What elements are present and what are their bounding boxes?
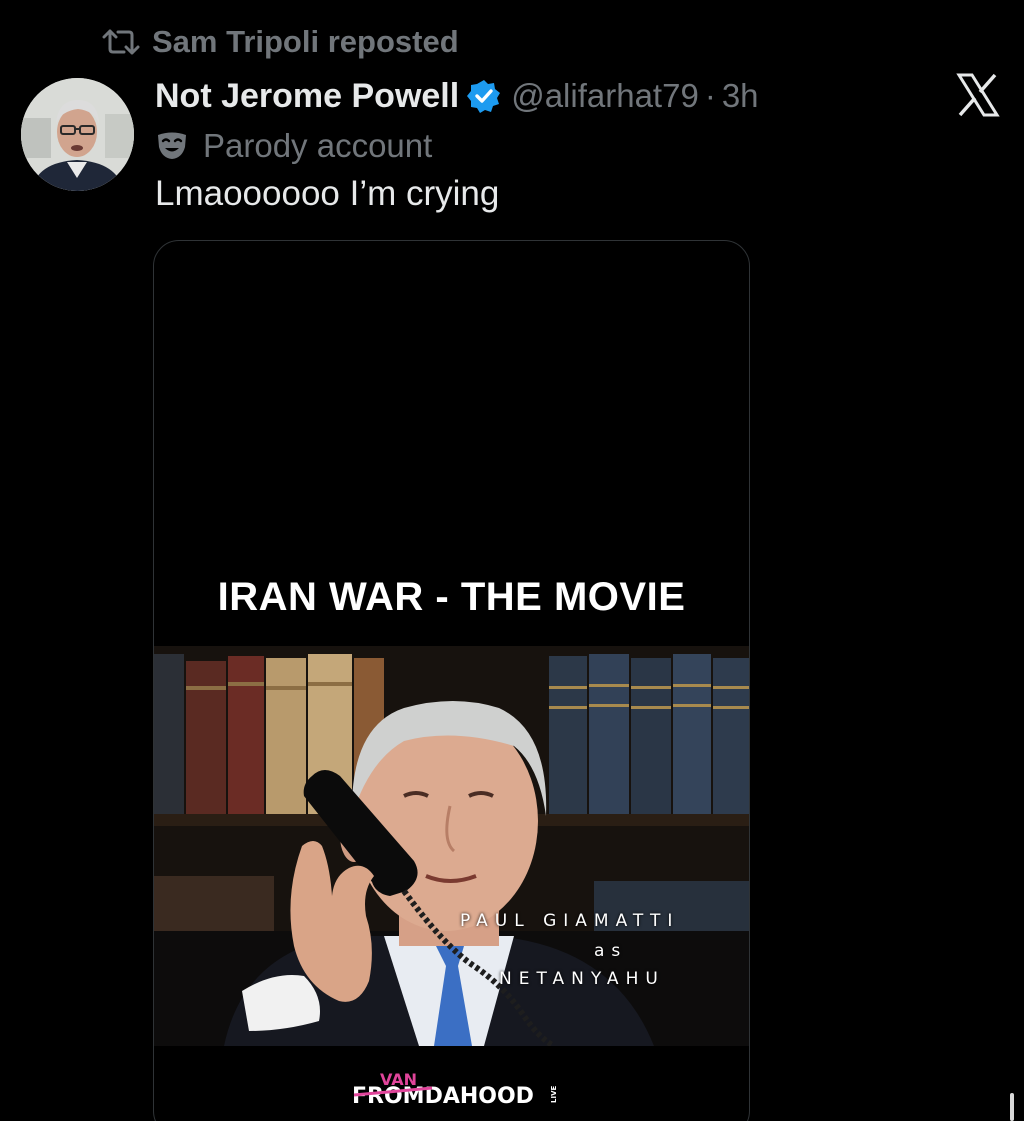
vanfromdahood-watermark-logo: VAN FROMDAHOOD LIVE xyxy=(352,1070,558,1109)
credit-role-name: NETANYAHU xyxy=(499,969,665,989)
avatar[interactable] xyxy=(21,78,134,191)
repost-indicator[interactable]: Sam Tripoli reposted xyxy=(102,22,459,62)
tweet-screen: Sam Tripoli reposted Not Jerome Powell @… xyxy=(0,0,1024,1121)
credit-actor-name: PAUL GIAMATTI xyxy=(460,911,680,931)
scroll-indicator[interactable] xyxy=(1010,1093,1014,1121)
repost-text: Sam Tripoli reposted xyxy=(152,24,459,59)
watermark-side-text: LIVE xyxy=(550,1086,558,1103)
verified-badge-icon xyxy=(467,80,501,113)
x-logo-close-icon[interactable] xyxy=(955,72,1001,118)
separator-dot: · xyxy=(704,77,716,114)
theater-mask-icon xyxy=(158,132,186,159)
watermark-main-text: FROMDAHOOD xyxy=(352,1084,534,1109)
tweet-header: Not Jerome Powell @alifarhat79 · 3h xyxy=(155,72,759,120)
repost-icon xyxy=(102,29,140,55)
parody-label: Parody account xyxy=(155,124,432,168)
credit-as: as xyxy=(594,941,628,961)
video-card[interactable]: IRAN WAR - THE MOVIE PAUL GIAMATTI as NE… xyxy=(153,240,750,1121)
timestamp[interactable]: 3h xyxy=(722,77,759,115)
tweet-text: Lmaoooooo I’m crying xyxy=(155,174,500,213)
video-title: IRAN WAR - THE MOVIE xyxy=(217,575,686,619)
user-handle[interactable]: @alifarhat79 xyxy=(511,77,699,115)
parody-text: Parody account xyxy=(203,127,433,164)
display-name[interactable]: Not Jerome Powell xyxy=(155,77,459,116)
avatar-photo xyxy=(21,78,134,191)
